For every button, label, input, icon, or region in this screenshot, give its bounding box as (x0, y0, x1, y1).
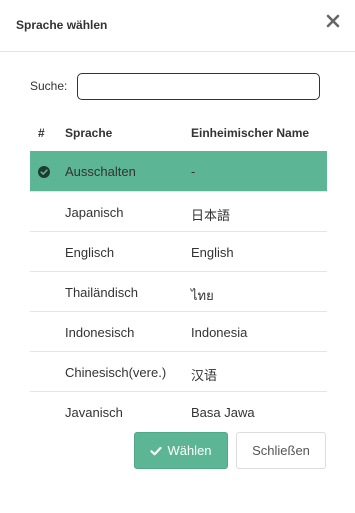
select-button[interactable]: Wählen (134, 432, 228, 469)
language-cell: Thailändisch (65, 285, 138, 300)
language-cell: Chinesisch(vere.) (65, 365, 167, 380)
dialog-title: Sprache wählen (16, 18, 108, 32)
language-table: # Sprache Einheimischer Name Ausschalten… (30, 115, 327, 431)
native-name-cell: Basa Jawa (191, 405, 255, 420)
native-name-cell: Indonesia (191, 325, 248, 340)
native-name-cell: - (191, 164, 196, 179)
close-icon[interactable] (325, 13, 341, 29)
native-name-cell: ไทย (191, 288, 214, 303)
dialog-header: Sprache wählen (0, 0, 355, 52)
language-cell: Japanisch (65, 205, 124, 220)
language-cell: Javanisch (65, 405, 123, 420)
search-input[interactable] (77, 73, 320, 100)
table-row[interactable]: Ausschalten - (30, 151, 327, 191)
language-cell: Indonesisch (65, 325, 135, 340)
check-icon (150, 446, 163, 455)
table-row[interactable]: Japanisch 日本語 (30, 191, 327, 231)
table-row[interactable]: Thailändisch ไทย (30, 271, 327, 311)
language-cell: Englisch (65, 245, 115, 260)
select-button-label: Wählen (167, 443, 212, 458)
header-num: # (38, 126, 45, 140)
native-name-cell: English (191, 245, 234, 260)
close-button[interactable]: Schließen (236, 432, 326, 469)
header-native-name: Einheimischer Name (191, 126, 310, 140)
table-row[interactable]: Chinesisch(vere.) 汉语 (30, 351, 327, 391)
check-circle-icon (38, 166, 50, 178)
native-name-cell: 日本語 (191, 208, 231, 223)
table-row[interactable]: Javanisch Basa Jawa (30, 391, 327, 431)
table-header: # Sprache Einheimischer Name (30, 115, 327, 151)
native-name-cell: 汉语 (191, 368, 218, 383)
search-label: Suche: (30, 79, 68, 93)
table-row[interactable]: Indonesisch Indonesia (30, 311, 327, 351)
language-cell: Ausschalten (65, 164, 136, 179)
table-row[interactable]: Englisch English (30, 231, 327, 271)
header-language: Sprache (65, 126, 113, 140)
